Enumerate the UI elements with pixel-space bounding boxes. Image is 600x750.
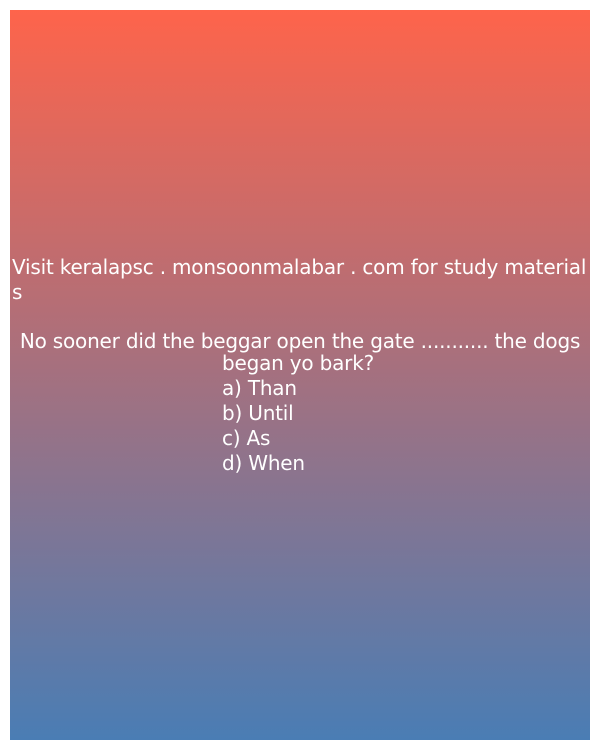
site-notice: Visit keralapsc . monsoonmalabar . com f… (12, 255, 587, 304)
question-text: No sooner did the beggar open the gate .… (10, 330, 590, 352)
question-line-1: No sooner did the beggar open the gate .… (19, 329, 581, 353)
question-line-2: began yo bark? (222, 351, 374, 375)
options-list: began yo bark? a) Than b) Until c) As d)… (222, 351, 374, 476)
option-b: b) Until (222, 401, 294, 425)
option-a: a) Than (222, 376, 297, 400)
option-c: c) As (222, 426, 271, 450)
option-d: d) When (222, 451, 305, 475)
question-card: Visit keralapsc . monsoonmalabar . com f… (10, 10, 590, 740)
